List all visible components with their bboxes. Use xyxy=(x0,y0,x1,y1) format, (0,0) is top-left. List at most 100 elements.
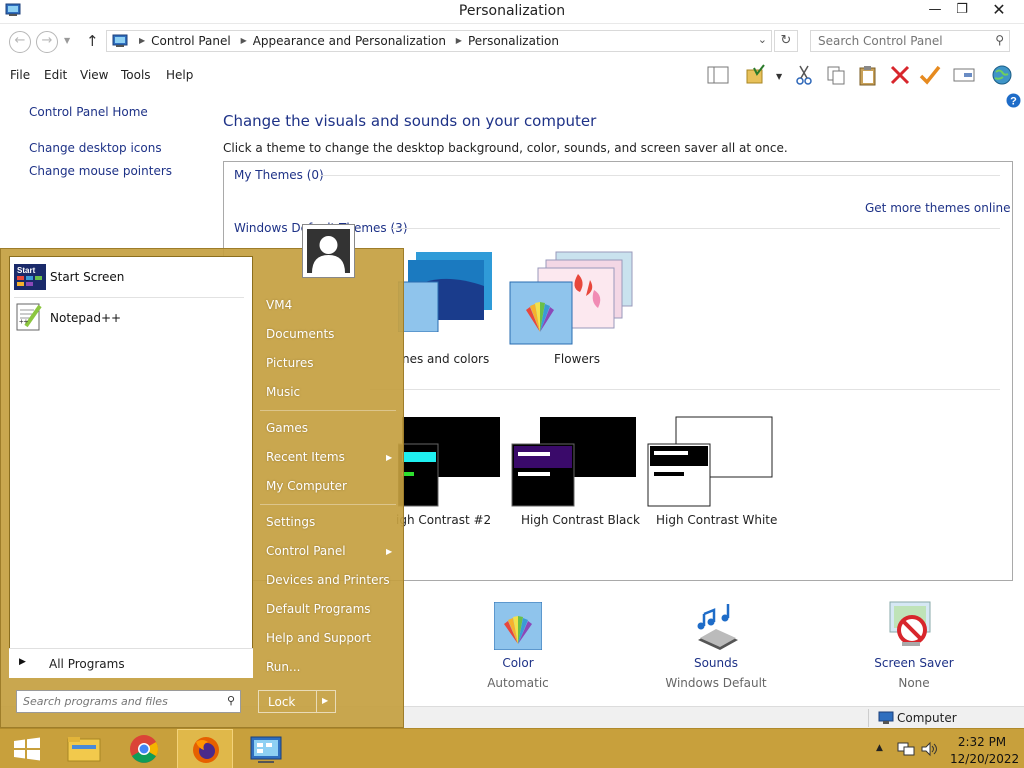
high-contrast-black-thumbnail[interactable] xyxy=(510,416,638,508)
chevron-down-icon[interactable]: ▼ xyxy=(776,72,782,81)
address-bar[interactable]: ▶ Control Panel ▶ Appearance and Personali… xyxy=(106,30,772,52)
menu-file[interactable]: File xyxy=(10,68,30,82)
color-option-link[interactable]: Color xyxy=(478,656,558,670)
start-menu-control-panel[interactable]: Control Panel xyxy=(266,544,346,558)
sounds-icon[interactable] xyxy=(690,600,742,650)
firefox-icon xyxy=(193,737,219,763)
breadcrumb-control-panel[interactable]: Control Panel xyxy=(151,34,231,48)
taskbar: ▲ 2:32 PM 12/20/2022 xyxy=(0,728,1024,768)
start-menu-item-notepad[interactable]: Notepad++ xyxy=(50,311,121,325)
get-more-themes-link[interactable]: Get more themes online xyxy=(865,201,1011,215)
sounds-option-value: Windows Default xyxy=(665,676,767,690)
screen-saver-option-link[interactable]: Screen Saver xyxy=(870,656,958,670)
start-menu-pictures[interactable]: Pictures xyxy=(266,356,314,370)
screen-saver-icon[interactable] xyxy=(888,600,938,650)
breadcrumb-separator-icon: ▶ xyxy=(139,36,146,45)
notepad-plus-plus-icon[interactable]: ++ xyxy=(14,302,44,332)
high-contrast-2-thumbnail[interactable] xyxy=(398,416,502,508)
menu-tools[interactable]: Tools xyxy=(121,68,151,82)
volume-icon[interactable] xyxy=(920,741,938,757)
theme-label-high-contrast-white[interactable]: High Contrast White xyxy=(656,513,777,527)
theme-label-high-contrast-2[interactable]: igh Contrast #2 xyxy=(396,513,491,527)
nav-control-panel-home[interactable]: Control Panel Home xyxy=(29,105,148,119)
clock-time[interactable]: 2:32 PM xyxy=(953,735,1011,749)
start-screen-icon[interactable]: Start xyxy=(14,264,46,290)
start-search-box[interactable]: ⚲ xyxy=(16,690,241,713)
chrome-icon xyxy=(130,735,158,763)
clock-date[interactable]: 12/20/2022 xyxy=(950,752,1019,766)
high-contrast-white-thumbnail[interactable] xyxy=(646,416,774,508)
nav-change-desktop-icons[interactable]: Change desktop icons xyxy=(29,141,162,155)
lock-button[interactable]: Lock ▶ xyxy=(258,690,336,713)
start-menu-devices-printers[interactable]: Devices and Printers xyxy=(266,573,390,587)
theme-label-high-contrast-black[interactable]: High Contrast Black xyxy=(521,513,640,527)
folder-options-icon[interactable] xyxy=(744,64,768,86)
group-divider xyxy=(370,389,1000,390)
taskbar-control-panel[interactable] xyxy=(238,729,294,768)
back-button[interactable]: ← xyxy=(9,31,31,53)
theme-label-flowers[interactable]: Flowers xyxy=(554,352,600,366)
checkmark-icon[interactable] xyxy=(918,64,942,86)
globe-icon[interactable] xyxy=(990,64,1014,86)
flowers-theme-thumbnail[interactable] xyxy=(508,250,634,346)
start-menu-run[interactable]: Run... xyxy=(266,660,300,674)
properties-icon[interactable] xyxy=(952,64,976,86)
chevron-right-icon: ▶ xyxy=(386,547,393,556)
chevron-right-icon: ▶ xyxy=(19,657,26,667)
windows-theme-thumbnail[interactable] xyxy=(398,250,494,332)
chevron-right-icon[interactable]: ▶ xyxy=(322,696,328,705)
breadcrumb-appearance[interactable]: Appearance and Personalization xyxy=(253,34,446,48)
help-icon[interactable]: ? xyxy=(1006,93,1021,108)
sounds-option-link[interactable]: Sounds xyxy=(676,656,756,670)
start-menu-default-programs[interactable]: Default Programs xyxy=(266,602,371,616)
layout-pane-icon[interactable] xyxy=(706,64,730,86)
taskbar-file-explorer[interactable] xyxy=(56,729,112,768)
folder-icon xyxy=(67,737,101,762)
svg-text:Start: Start xyxy=(17,266,36,275)
start-menu-games[interactable]: Games xyxy=(266,421,308,435)
chevron-down-icon[interactable]: ⌄ xyxy=(758,33,767,46)
search-icon[interactable]: ⚲ xyxy=(995,33,1004,47)
all-programs-label: All Programs xyxy=(49,657,125,671)
maximize-button[interactable]: ❐ xyxy=(947,0,977,22)
start-menu-separator xyxy=(260,504,396,505)
start-button[interactable] xyxy=(0,729,56,768)
start-menu-help-support[interactable]: Help and Support xyxy=(266,631,371,645)
start-menu-my-computer[interactable]: My Computer xyxy=(266,479,347,493)
start-menu-settings[interactable]: Settings xyxy=(266,515,315,529)
nav-change-mouse-pointers[interactable]: Change mouse pointers xyxy=(29,164,172,178)
start-menu-recent-items[interactable]: Recent Items xyxy=(266,450,345,464)
color-palette-icon[interactable] xyxy=(494,602,542,650)
refresh-button[interactable]: ↻ xyxy=(774,30,798,52)
start-menu-music[interactable]: Music xyxy=(266,385,300,399)
control-panel-icon xyxy=(112,34,128,47)
menu-help[interactable]: Help xyxy=(166,68,193,82)
search-box[interactable]: ⚲ xyxy=(810,30,1010,52)
theme-label-windows[interactable]: nes and colors xyxy=(402,352,489,366)
search-input[interactable] xyxy=(811,31,981,51)
start-search-input[interactable] xyxy=(17,691,212,712)
cut-icon[interactable] xyxy=(792,64,816,86)
up-arrow-icon[interactable]: ↑ xyxy=(86,32,99,50)
taskbar-firefox[interactable] xyxy=(177,729,233,768)
user-avatar[interactable] xyxy=(302,224,355,278)
start-menu-item-start-screen[interactable]: Start Screen xyxy=(50,270,124,284)
status-divider xyxy=(868,709,869,727)
all-programs-button[interactable]: ▶ All Programs xyxy=(9,648,253,678)
network-icon[interactable] xyxy=(897,741,915,757)
menu-view[interactable]: View xyxy=(80,68,108,82)
taskbar-chrome[interactable] xyxy=(116,729,172,768)
copy-icon[interactable] xyxy=(824,64,848,86)
forward-button[interactable]: → xyxy=(36,31,58,53)
menu-edit[interactable]: Edit xyxy=(44,68,67,82)
close-button[interactable]: ✕ xyxy=(976,0,1022,22)
search-icon[interactable]: ⚲ xyxy=(227,694,235,707)
paste-icon[interactable] xyxy=(856,64,880,86)
breadcrumb-personalization[interactable]: Personalization xyxy=(468,34,559,48)
show-hidden-icons-icon[interactable]: ▲ xyxy=(876,743,883,753)
start-menu-vm4[interactable]: VM4 xyxy=(266,298,292,312)
minimize-button[interactable]: — xyxy=(920,0,950,22)
start-menu-documents[interactable]: Documents xyxy=(266,327,334,341)
recent-pages-dropdown-icon[interactable]: ▼ xyxy=(64,36,70,45)
delete-icon[interactable] xyxy=(888,64,912,86)
